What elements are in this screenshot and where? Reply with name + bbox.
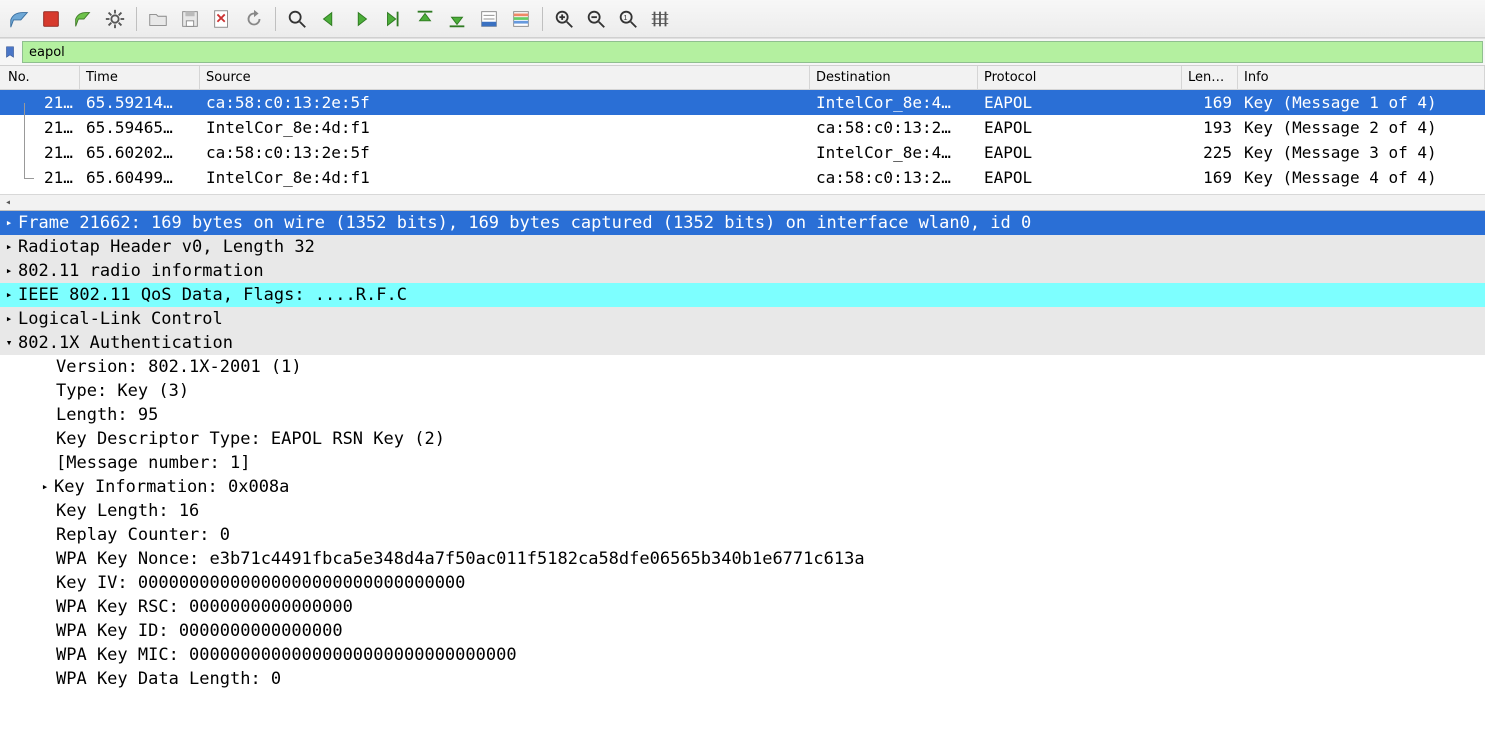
resize-columns-icon[interactable] <box>645 4 675 34</box>
display-filter-bar <box>0 38 1485 66</box>
tree-auth-kdt[interactable]: Key Descriptor Type: EAPOL RSN Key (2) <box>0 427 1485 451</box>
zoom-out-icon[interactable] <box>581 4 611 34</box>
colorize-icon[interactable] <box>506 4 536 34</box>
packet-list-pane: No. Time Source Destination Protocol Len… <box>0 66 1485 211</box>
tree-auth-iv[interactable]: Key IV: 00000000000000000000000000000000 <box>0 571 1485 595</box>
svg-text:1: 1 <box>623 12 627 21</box>
tree-auth-version[interactable]: Version: 802.1X-2001 (1) <box>0 355 1485 379</box>
go-last-icon[interactable] <box>442 4 472 34</box>
expander-icon[interactable] <box>0 331 18 355</box>
col-header-len[interactable]: Length <box>1182 66 1238 89</box>
go-back-icon[interactable] <box>314 4 344 34</box>
expander-icon[interactable] <box>0 259 18 283</box>
col-header-dst[interactable]: Destination <box>810 66 978 89</box>
tree-llc[interactable]: Logical-Link Control <box>0 307 1485 331</box>
tree-auth-type[interactable]: Type: Key (3) <box>0 379 1485 403</box>
tree-label: Logical-Link Control <box>18 307 223 331</box>
packet-list-body: 21…65.59214…ca:58:c0:13:2e:5fIntelCor_8e… <box>0 90 1485 190</box>
tree-auth-rsc[interactable]: WPA Key RSC: 0000000000000000 <box>0 595 1485 619</box>
tree-eapol[interactable]: 802.1X Authentication <box>0 331 1485 355</box>
restart-icon[interactable] <box>68 4 98 34</box>
tree-radiotap[interactable]: Radiotap Header v0, Length 32 <box>0 235 1485 259</box>
expander-icon[interactable] <box>0 211 18 235</box>
tree-auth-id[interactable]: WPA Key ID: 0000000000000000 <box>0 619 1485 643</box>
col-header-src[interactable]: Source <box>200 66 810 89</box>
tree-label: Radiotap Header v0, Length 32 <box>18 235 315 259</box>
go-forward-icon[interactable] <box>346 4 376 34</box>
tree-label: 802.11 radio information <box>18 259 264 283</box>
stop-icon[interactable] <box>36 4 66 34</box>
toolbar-separator <box>542 7 543 31</box>
col-header-time[interactable]: Time <box>80 66 200 89</box>
packet-row[interactable]: 21…65.59465…IntelCor_8e:4d:f1ca:58:c0:13… <box>0 115 1485 140</box>
tree-qos[interactable]: IEEE 802.11 QoS Data, Flags: ....R.F.C <box>0 283 1485 307</box>
close-file-icon[interactable] <box>207 4 237 34</box>
packet-list-header: No. Time Source Destination Protocol Len… <box>0 66 1485 90</box>
tree-auth-replay[interactable]: Replay Counter: 0 <box>0 523 1485 547</box>
tree-auth-datalen[interactable]: WPA Key Data Length: 0 <box>0 667 1485 691</box>
packet-row[interactable]: 21…65.60202…ca:58:c0:13:2e:5fIntelCor_8e… <box>0 140 1485 165</box>
scroll-left-icon[interactable]: ◂ <box>0 196 16 210</box>
packet-row[interactable]: 21…65.59214…ca:58:c0:13:2e:5fIntelCor_8e… <box>0 90 1485 115</box>
tree-label: IEEE 802.11 QoS Data, Flags: ....R.F.C <box>18 283 407 307</box>
tree-label: Frame 21662: 169 bytes on wire (1352 bit… <box>18 211 1031 235</box>
find-icon[interactable] <box>282 4 312 34</box>
save-icon[interactable] <box>175 4 205 34</box>
expander-icon[interactable] <box>0 235 18 259</box>
col-header-proto[interactable]: Protocol <box>978 66 1182 89</box>
packet-row[interactable]: 21…65.60499…IntelCor_8e:4d:f1ca:58:c0:13… <box>0 165 1485 190</box>
auto-scroll-icon[interactable] <box>474 4 504 34</box>
options-gear-icon[interactable] <box>100 4 130 34</box>
open-icon[interactable] <box>143 4 173 34</box>
expander-icon[interactable] <box>0 283 18 307</box>
main-toolbar: 1 <box>0 0 1485 38</box>
zoom-reset-icon[interactable]: 1 <box>613 4 643 34</box>
tree-auth-keyinfo[interactable]: Key Information: 0x008a <box>0 475 1485 499</box>
toolbar-separator <box>136 7 137 31</box>
zoom-in-icon[interactable] <box>549 4 579 34</box>
filter-bookmark-icon[interactable] <box>2 44 18 60</box>
tree-auth-mic[interactable]: WPA Key MIC: 000000000000000000000000000… <box>0 643 1485 667</box>
tree-label: 802.1X Authentication <box>18 331 233 355</box>
col-header-no[interactable]: No. <box>0 66 80 89</box>
display-filter-input[interactable] <box>22 41 1483 63</box>
tree-auth-keylen[interactable]: Key Length: 16 <box>0 499 1485 523</box>
packet-list-hscrollbar[interactable]: ◂ <box>0 194 1485 210</box>
tree-radio[interactable]: 802.11 radio information <box>0 259 1485 283</box>
toolbar-separator <box>275 7 276 31</box>
tree-frame[interactable]: Frame 21662: 169 bytes on wire (1352 bit… <box>0 211 1485 235</box>
packet-details-pane: Frame 21662: 169 bytes on wire (1352 bit… <box>0 211 1485 737</box>
tree-auth-length[interactable]: Length: 95 <box>0 403 1485 427</box>
reload-icon[interactable] <box>239 4 269 34</box>
tree-auth-nonce[interactable]: WPA Key Nonce: e3b71c4491fbca5e348d4a7f5… <box>0 547 1485 571</box>
wireshark-fin-icon[interactable] <box>4 4 34 34</box>
expander-icon[interactable] <box>36 475 54 499</box>
col-header-info[interactable]: Info <box>1238 66 1485 89</box>
tree-auth-msgnum[interactable]: [Message number: 1] <box>0 451 1485 475</box>
go-to-packet-icon[interactable] <box>378 4 408 34</box>
go-first-icon[interactable] <box>410 4 440 34</box>
expander-icon[interactable] <box>0 307 18 331</box>
